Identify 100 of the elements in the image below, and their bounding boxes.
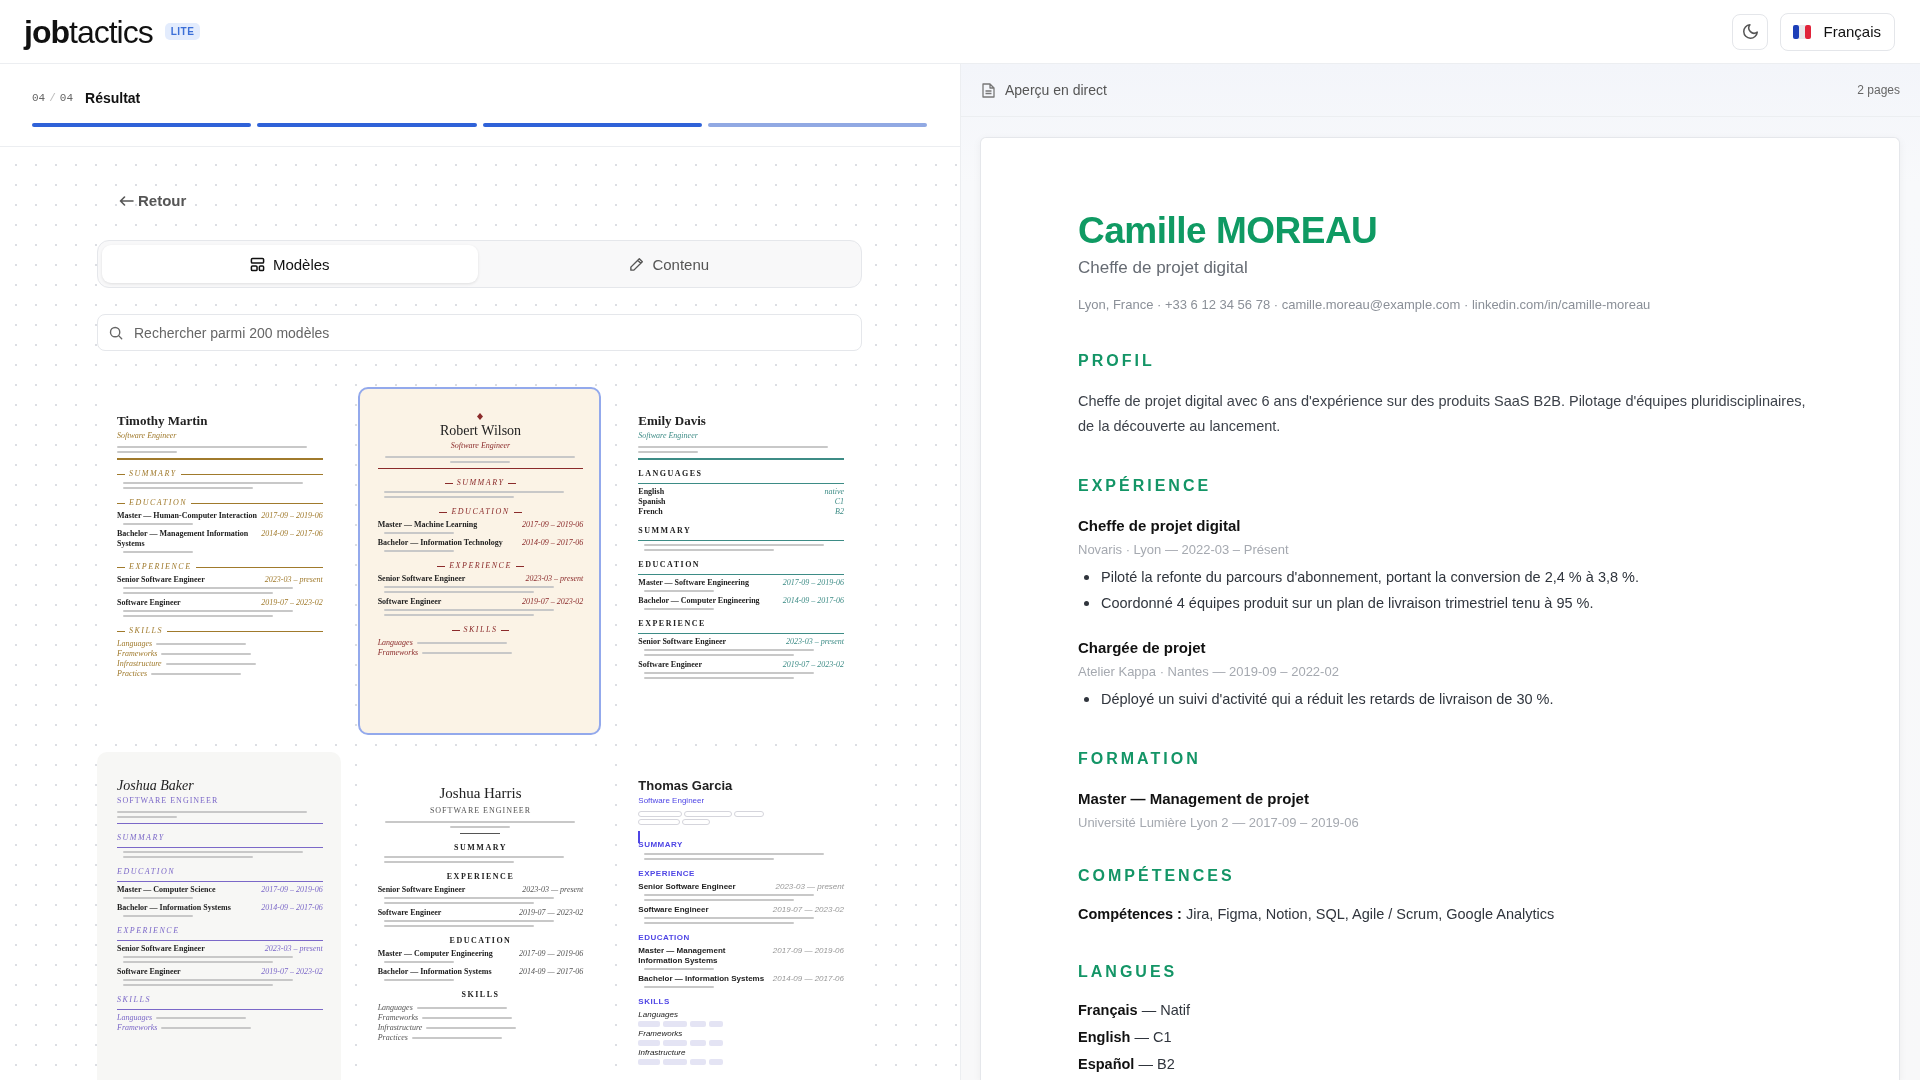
entry-title: Frameworks [377, 1013, 419, 1023]
entry-date: 2023-03 – present [525, 574, 584, 584]
template-role: Software Engineer [449, 441, 512, 451]
entry-date: 2017-09 — 2019-06 [772, 946, 844, 956]
entry-title: Languages [377, 1003, 413, 1013]
page-count: 2 pages [1857, 83, 1900, 97]
entry-meta: Université Lumière Lyon 2 — 2017-09 – 2019-06 [1078, 814, 1360, 832]
entry-title: Bachelor — Information Systems [377, 967, 493, 977]
logo[interactable]: jobtactics [24, 12, 153, 51]
entry-title: Senior Software Engineer [117, 575, 206, 585]
search-field[interactable]: Rechercher parmi 200 modèles [97, 314, 862, 351]
template-name: Emily Davis [638, 413, 707, 429]
entry-title: Bachelor — Computer Engineering [638, 596, 761, 606]
tab[interactable]: Contenu [481, 245, 857, 283]
entry-title: Master — Machine Learning [377, 520, 479, 530]
entry-title: Software Engineer [377, 908, 443, 918]
entry-title: Software Engineer [377, 597, 443, 607]
detail-line-drawing [644, 968, 715, 970]
bullet-icon [1084, 696, 1089, 702]
entry-title: Senior Software Engineer [377, 574, 467, 584]
entry-title: Master — Management Information Systems [638, 946, 727, 966]
entry-date: 2017-09 – 2019-06 [261, 511, 323, 521]
entry-title: Software Engineer [117, 598, 182, 608]
bullet-icon [1084, 574, 1089, 580]
section-heading: LANGUES [1078, 962, 1179, 982]
template-role: SOFTWARE ENGINEER [428, 806, 533, 816]
entry-date: 2023-03 – present [786, 637, 844, 647]
resume-line: Español — B2 [1078, 1055, 1176, 1074]
document-icon [982, 82, 995, 98]
template-card[interactable] [97, 752, 341, 1080]
tab[interactable]: Modèles [102, 245, 478, 283]
entry-title: Practices [377, 1033, 408, 1043]
language-button[interactable]: Français [1780, 12, 1895, 51]
search-icon [109, 326, 123, 340]
entry-title: Infrastructure [638, 1048, 686, 1058]
preview-title: Aperçu en direct [1005, 82, 1107, 98]
back-link[interactable]: Retour [119, 191, 187, 211]
section-heading: SUMMARY [638, 526, 692, 536]
entry-title: Master — Computer Engineering [377, 949, 494, 959]
entry-title: Cheffe de projet digital [1078, 516, 1242, 536]
section-heading: EXPERIENCE [446, 872, 515, 882]
section-heading: SUMMARY [117, 833, 165, 843]
template-name: Joshua Harris [438, 784, 523, 802]
section-heading: LANGUAGES [638, 469, 703, 479]
step-counter: 04 / 04 [32, 92, 73, 104]
entry-title: Bachelor — Information Technology [377, 538, 504, 548]
entry-date: 2019-07 – 2023-02 [782, 660, 844, 670]
plan-badge: LITE [164, 23, 201, 40]
entry-title: Languages [638, 1010, 678, 1020]
resume-line: Français — Natif [1078, 1001, 1192, 1020]
resume-headline: Cheffe de projet digital [1078, 257, 1249, 279]
entry-date: 2014-09 — 2017-06 [518, 967, 584, 977]
detail-line-drawing [383, 979, 454, 981]
section-heading: SKILLS [461, 990, 500, 1000]
entry-date: 2019-07 — 2023-02 [772, 905, 844, 915]
section-heading: SUMMARY [454, 843, 507, 853]
entry-title: Software Engineer [638, 905, 710, 915]
resume-line: Compétences : Jira, Figma, Notion, SQL, Agile / Scrum, Google Analytics [1078, 905, 1556, 924]
entry-title: Frameworks [638, 1029, 683, 1039]
entry-title: Frameworks [117, 649, 158, 659]
section-heading: SUMMARY [638, 840, 683, 850]
section-heading: EXPERIENCE [638, 869, 695, 879]
entry-title: Senior Software Engineer [638, 882, 737, 892]
entry-title: Chargée de projet [1078, 638, 1207, 658]
detail-line-drawing [644, 590, 715, 592]
entry-title: Senior Software Engineer [117, 944, 206, 954]
detail-line-drawing [123, 551, 193, 553]
section-heading: EXPERIENCE [129, 562, 192, 572]
template-card[interactable] [357, 387, 602, 735]
section-heading: SKILLS [638, 997, 670, 1007]
entry-date: 2014-09 — 2017-06 [772, 974, 844, 984]
arrow-left-icon [119, 196, 134, 206]
entry-date: 2023-03 — present [522, 885, 584, 895]
resume-name: Camille MOREAU [1078, 209, 1379, 253]
entry-title: Software Engineer [117, 967, 182, 977]
moon-icon [1742, 24, 1758, 39]
entry-title: Frameworks [117, 1023, 158, 1033]
resume-line: English — C1 [1078, 1028, 1173, 1047]
theme-toggle-button[interactable] [1732, 13, 1769, 50]
entry-title: Master — Human-Computer Interaction [117, 511, 258, 521]
section-heading: EXPÉRIENCE [1078, 476, 1213, 496]
pencil-icon [629, 256, 645, 272]
entry-date: 2019-07 — 2023-02 [518, 908, 584, 918]
entry-date: 2019-07 – 2023-02 [522, 597, 584, 607]
entry-title: Master — Management de projet [1078, 789, 1310, 809]
entry-date: B2 [835, 507, 844, 517]
entry-date: 2014-09 – 2017-06 [782, 596, 844, 606]
bullet-text: Piloté la refonte du parcours d'abonnement, portant la conversion de 2,4 % à 3,8 %. [1101, 568, 1639, 587]
entry-title: Master — Computer Science [117, 885, 217, 895]
section-heading: EXPERIENCE [117, 926, 180, 936]
entry-meta: Novaris · Lyon — 2022-03 – Présent [1078, 541, 1290, 559]
section-heading: EDUCATION [451, 507, 510, 517]
entry-title: Senior Software Engineer [377, 885, 467, 895]
entry-title: Bachelor — Information Systems [638, 974, 766, 984]
entry-title: Infrastructure [117, 659, 162, 669]
template-name: Thomas Garcia [638, 778, 734, 794]
entry-title: Languages [117, 1013, 153, 1023]
section-heading: SKILLS [129, 626, 163, 636]
section-heading: SUMMARY [456, 478, 505, 488]
layout-icon [249, 256, 265, 272]
